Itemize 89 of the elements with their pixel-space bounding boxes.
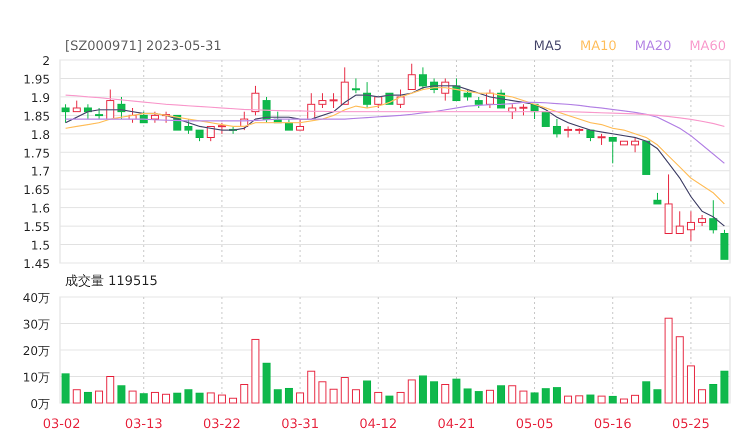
candlestick — [474, 96, 483, 108]
candlestick — [519, 104, 528, 116]
candlestick — [274, 111, 282, 124]
axis-label: 10万 — [22, 370, 50, 384]
chart-title: [SZ000971] 2023-05-31 — [65, 38, 222, 54]
candlestick — [464, 89, 472, 102]
candlestick — [530, 104, 539, 120]
candlestick — [608, 137, 617, 164]
candlestick — [128, 107, 137, 124]
axis-label: 1.45 — [23, 257, 50, 270]
candlestick — [240, 111, 248, 131]
axis-label: 1.8 — [30, 128, 50, 142]
candlestick — [262, 96, 271, 124]
legend-item: MA10 — [580, 38, 617, 54]
candlestick — [340, 66, 349, 105]
axis-label: 0万 — [30, 397, 50, 411]
candlestick — [184, 118, 192, 134]
candlestick — [251, 85, 260, 116]
legend-item: MA20 — [634, 38, 672, 54]
candlestick — [95, 107, 104, 120]
candlestick — [564, 126, 572, 138]
date-label: 05-25 — [672, 417, 710, 432]
date-label: 05-16 — [594, 417, 632, 432]
candlestick — [72, 100, 81, 112]
date-label: 04-12 — [359, 417, 398, 432]
candlestick — [162, 111, 170, 124]
candlestick — [374, 96, 382, 108]
date-label: 04-21 — [438, 417, 476, 432]
date-label: 03-22 — [203, 417, 241, 432]
axis-label: 1.7 — [30, 164, 50, 179]
candlestick — [720, 229, 728, 260]
candlestick — [598, 133, 606, 146]
candlestick — [206, 126, 215, 142]
candlestick — [307, 92, 316, 120]
candlestick — [330, 92, 338, 108]
axis-label: 1.75 — [23, 146, 50, 160]
axis-label: 20万 — [22, 344, 50, 358]
candlestick — [196, 130, 204, 142]
candlestick — [140, 111, 148, 124]
candlestick — [117, 96, 126, 120]
candlestick — [352, 78, 360, 94]
candlestick — [686, 210, 695, 242]
candlestick — [418, 66, 427, 90]
candlestick — [664, 174, 673, 234]
axis-label: 1.9 — [30, 90, 50, 105]
candlestick — [709, 200, 718, 234]
candlestick — [676, 210, 684, 234]
candlestick — [631, 137, 640, 153]
candlestick — [430, 78, 438, 94]
candlestick — [284, 118, 293, 131]
candlestick — [106, 89, 114, 120]
candlestick — [62, 104, 70, 124]
candlestick — [508, 104, 516, 120]
candlestick — [575, 128, 584, 134]
date-label: 05-05 — [516, 417, 554, 432]
candlestick — [229, 126, 238, 134]
candlestick — [218, 122, 226, 134]
candlestick — [318, 92, 326, 108]
candlestick — [486, 89, 494, 108]
axis-label: 1.85 — [23, 109, 50, 124]
candlestick — [296, 118, 304, 131]
axis-label: 40万 — [22, 292, 50, 305]
candlestick — [452, 78, 460, 102]
date-label: 03-13 — [124, 417, 163, 432]
date-label: 03-02 — [42, 417, 80, 432]
candlestick — [653, 192, 662, 204]
legend-item: MA5 — [534, 38, 562, 54]
axis-label: 2 — [42, 56, 50, 68]
candlestick — [150, 111, 159, 124]
axis-label: 1.95 — [23, 72, 50, 86]
candlestick — [620, 140, 628, 146]
candlestick — [396, 89, 405, 108]
candlestick — [586, 130, 594, 142]
legend-item: MA60 — [689, 38, 726, 54]
date-label: 03-31 — [281, 417, 319, 432]
candlestick — [552, 118, 561, 138]
candlestick — [441, 78, 450, 102]
candlestick — [698, 214, 706, 227]
axis-label: 1.6 — [30, 202, 50, 216]
axis-label: 1.5 — [30, 238, 50, 253]
candlestick — [642, 140, 650, 175]
axis-label: 1.55 — [23, 220, 50, 234]
axis-label: 1.65 — [23, 183, 50, 198]
volume-title: 成交量 119515 — [65, 273, 158, 290]
axis-label: 30万 — [22, 318, 50, 332]
candlestick — [363, 82, 372, 108]
candlestick — [408, 63, 416, 90]
candlestick — [84, 104, 92, 120]
candlestick — [542, 111, 550, 127]
